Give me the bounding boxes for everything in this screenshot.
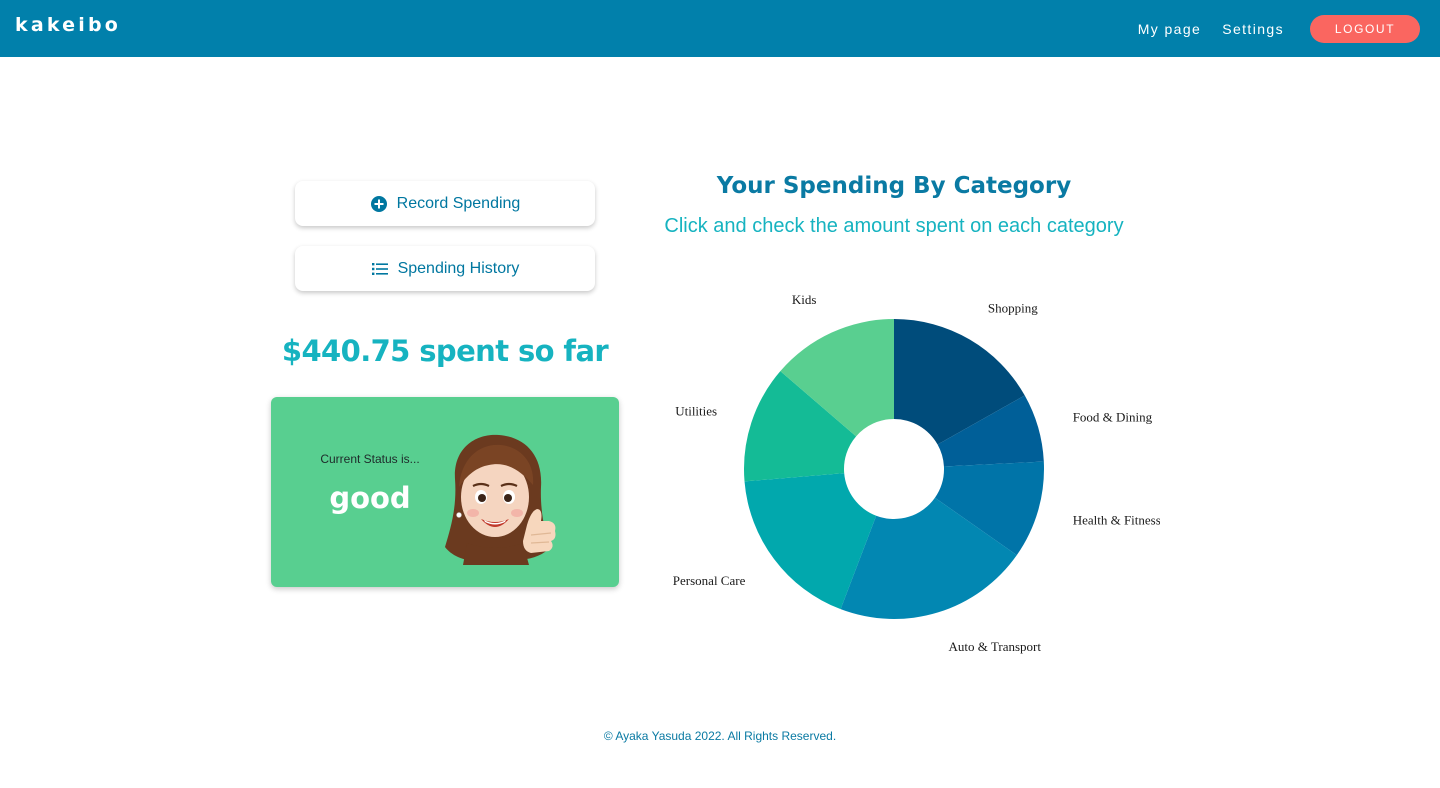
pie-label-personal-care: Personal Care xyxy=(673,573,746,588)
brand-logo[interactable]: kakeibo xyxy=(15,14,121,36)
pie-label-food-dining: Food & Dining xyxy=(1073,409,1153,424)
chart-title: Your Spending By Category xyxy=(716,173,1072,199)
record-spending-label: Record Spending xyxy=(396,194,521,212)
spending-history-button[interactable]: Spending History xyxy=(295,246,595,291)
list-icon xyxy=(371,260,389,278)
status-value: good xyxy=(329,481,411,515)
spending-donut-chart[interactable]: Shopping Food & Dining Health & Fitness Aut… xyxy=(640,280,1160,670)
spending-history-label: Spending History xyxy=(397,259,520,277)
pie-label-kids: Kids xyxy=(792,292,817,307)
pie-label-shopping: Shopping xyxy=(988,300,1038,315)
footer-copyright: © Ayaka Yasuda 2022. All Rights Reserved… xyxy=(603,729,837,743)
nav-links: My page Settings LOGOUT xyxy=(1138,0,1420,57)
plus-circle-icon xyxy=(370,195,388,213)
pie-label-health-fitness: Health & Fitness xyxy=(1073,513,1160,528)
logout-button[interactable]: LOGOUT xyxy=(1310,14,1420,43)
record-spending-button[interactable]: Record Spending xyxy=(295,181,595,226)
nav-my-page-link[interactable]: My page xyxy=(1138,21,1202,37)
nav-settings-link[interactable]: Settings xyxy=(1222,21,1284,37)
status-card: Current Status is... good xyxy=(271,397,619,587)
chart-subtitle: Click and check the amount spent on each… xyxy=(664,215,1124,237)
avatar-thumbs-up-icon xyxy=(445,434,556,565)
navbar: kakeibo My page Settings LOGOUT xyxy=(0,0,1440,57)
pie-label-auto-transport: Auto & Transport xyxy=(949,639,1042,654)
status-label: Current Status is... xyxy=(320,452,420,466)
total-spent-text: $440.75 spent so far xyxy=(281,334,609,368)
pie-label-utilities: Utilities xyxy=(675,404,717,419)
